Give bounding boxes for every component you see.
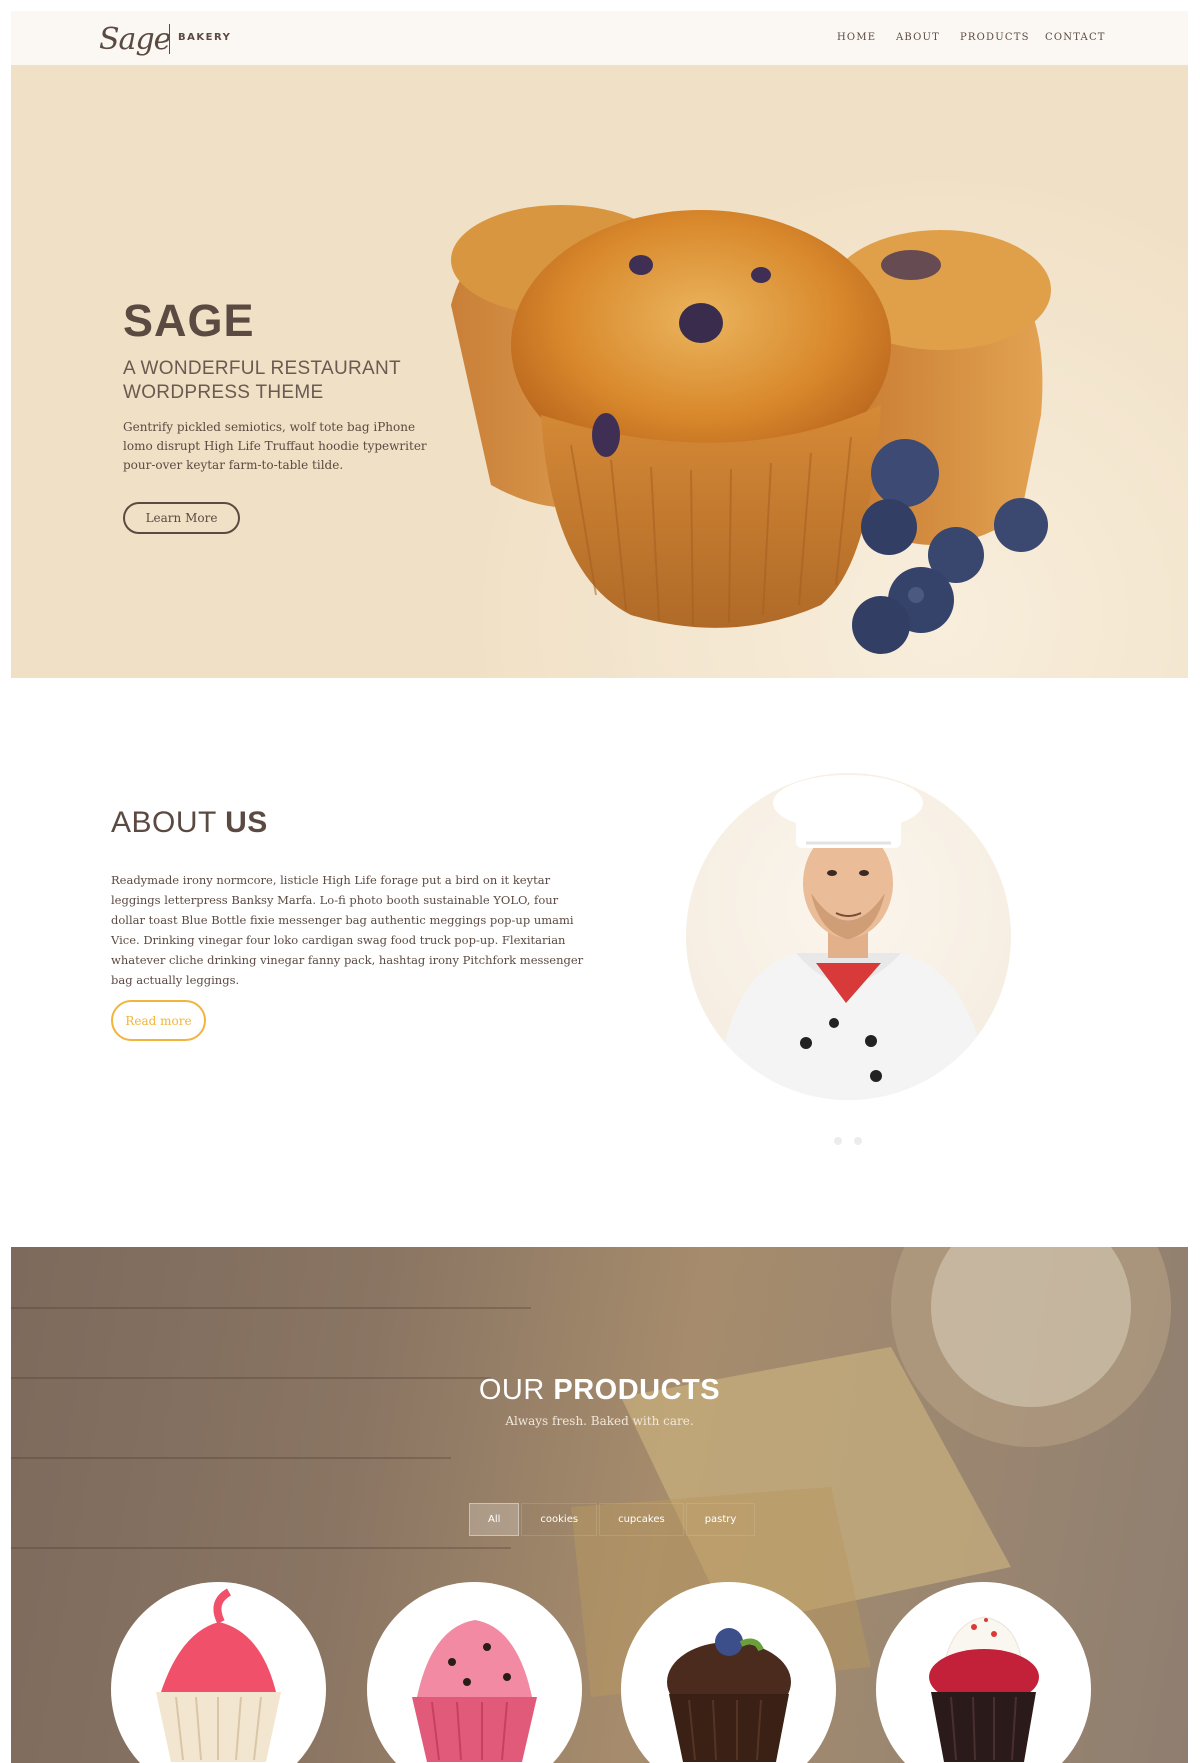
nav-home[interactable]: HOME xyxy=(837,32,876,43)
products-title-light: OUR xyxy=(478,1374,554,1406)
products-title-bold: PRODUCTS xyxy=(553,1374,721,1406)
nav-about[interactable]: ABOUT xyxy=(896,32,940,43)
hero-banner: SAGE A WONDERFUL RESTAURANT WORDPRESS TH… xyxy=(11,65,1188,678)
filter-cookies[interactable]: cookies xyxy=(521,1503,598,1536)
filter-pastry[interactable]: pastry xyxy=(685,1503,756,1536)
learn-more-button[interactable]: Learn More xyxy=(123,502,240,534)
chef-image xyxy=(686,773,1011,1100)
about-title-bold: US xyxy=(225,806,268,839)
site-header: Sage BAKERY HOME ABOUT PRODUCTS CONTACT xyxy=(11,11,1188,65)
filter-all[interactable]: All xyxy=(469,1503,520,1536)
about-body: Readymade irony normcore, listicle High … xyxy=(111,873,584,987)
hero-description: Gentrify pickled semiotics, wolf tote ba… xyxy=(123,420,427,472)
wood-grain xyxy=(11,1547,511,1549)
about-title: ABOUT US xyxy=(111,806,268,840)
carousel-dot-1[interactable] xyxy=(834,1137,842,1145)
muffin-image xyxy=(451,205,1051,654)
products-title: OUR PRODUCTS xyxy=(11,1374,1188,1407)
wood-grain xyxy=(11,1307,531,1309)
pink-cupcake-image xyxy=(156,1588,281,1762)
product-filters: All cookies cupcakes pastry xyxy=(469,1503,757,1536)
nav-products[interactable]: PRODUCTS xyxy=(960,32,1030,43)
logo-script[interactable]: Sage xyxy=(99,22,171,57)
carousel-dot-2[interactable] xyxy=(854,1137,862,1145)
chef-illustration xyxy=(716,775,991,1100)
about-title-light: ABOUT xyxy=(111,806,226,839)
hero-subtitle: A WONDERFUL RESTAURANT WORDPRESS THEME xyxy=(123,358,401,403)
products-subtitle: Always fresh. Baked with care. xyxy=(505,1414,694,1428)
products-section: OUR PRODUCTS Always fresh. Baked with ca… xyxy=(11,1247,1188,1763)
read-more-button[interactable]: Read more xyxy=(111,1000,206,1041)
product-card-1[interactable] xyxy=(111,1582,326,1763)
logo-divider xyxy=(169,24,170,54)
nav-contact[interactable]: CONTACT xyxy=(1045,32,1106,43)
filter-cupcakes[interactable]: cupcakes xyxy=(599,1503,684,1536)
logo-text[interactable]: BAKERY xyxy=(178,32,231,43)
hero-title: SAGE xyxy=(123,295,255,346)
wood-grain xyxy=(11,1457,451,1459)
